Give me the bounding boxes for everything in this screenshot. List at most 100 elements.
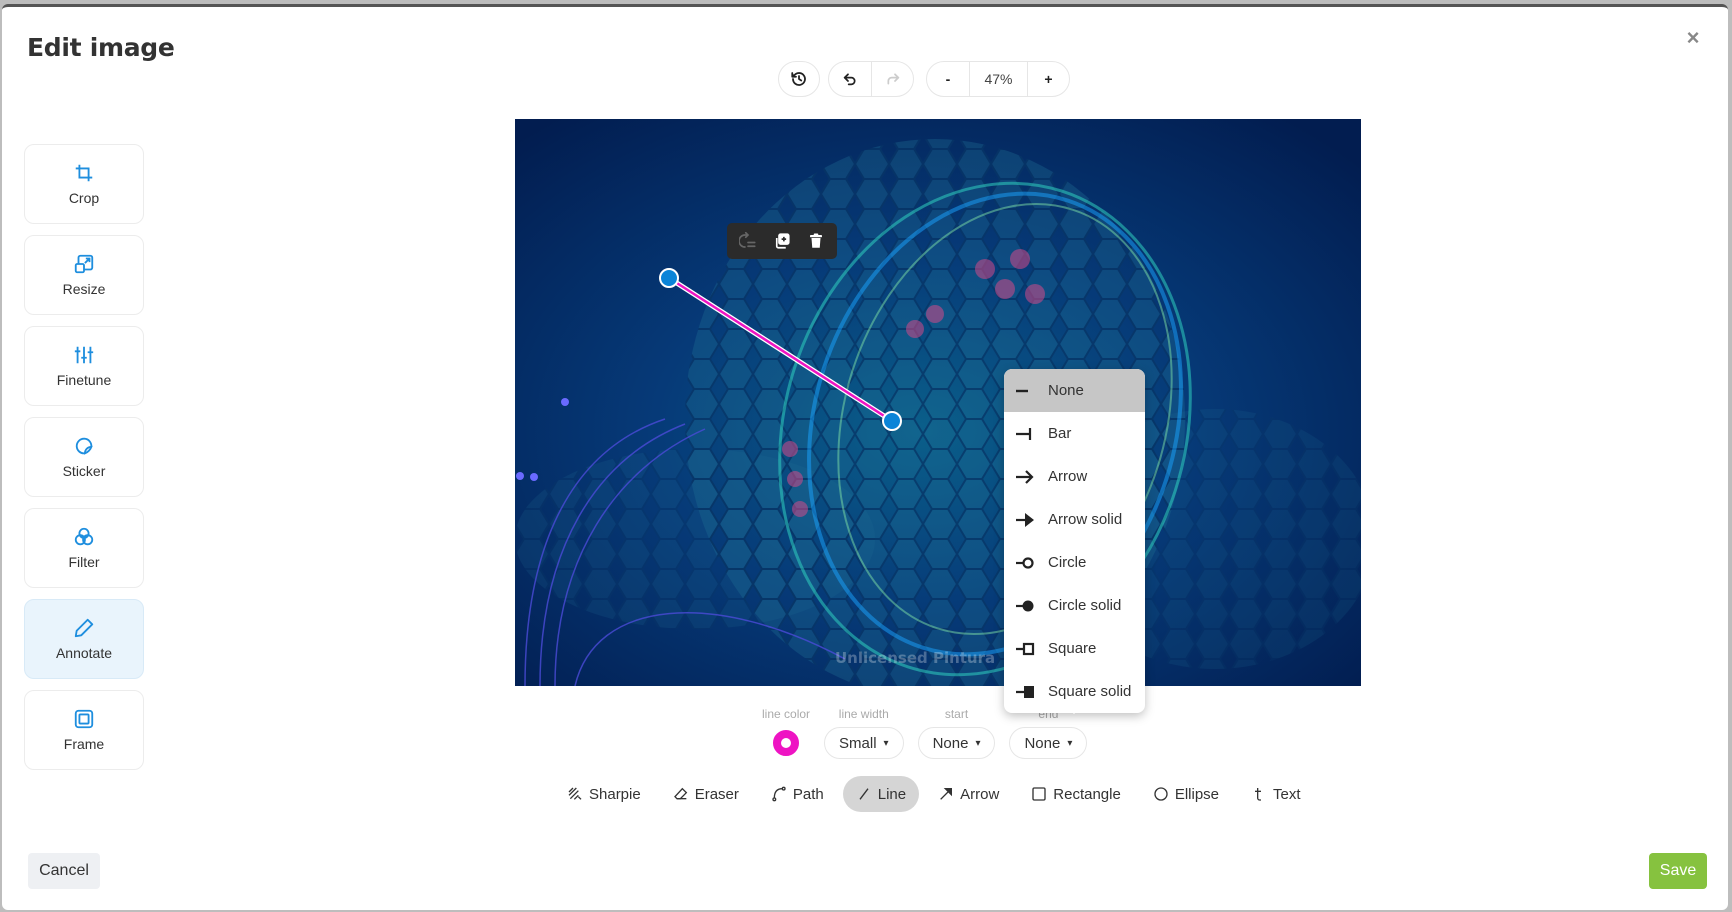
line-start-label: start (944, 707, 969, 721)
dropdown-option-bar[interactable]: Bar (1004, 412, 1145, 455)
image-canvas[interactable]: Unlicensed Pintura (515, 119, 1361, 686)
dropdown-option-label: Square (1048, 640, 1097, 657)
undo-button[interactable] (829, 62, 871, 96)
dropdown-option-arrow[interactable]: Arrow (1004, 455, 1145, 498)
sidebar-item-label: Filter (68, 554, 100, 570)
sidebar-item-resize[interactable]: Resize (24, 235, 144, 315)
line-icon (859, 788, 869, 800)
line-color-control: line color (762, 707, 810, 759)
crop-icon (75, 164, 93, 182)
sidebar-item-filter[interactable]: Filter (24, 508, 144, 588)
shape-tool-arrow[interactable]: Arrow (925, 776, 1012, 812)
revert-button[interactable] (779, 62, 819, 96)
line-end-square-solid-icon (1016, 685, 1034, 698)
trash-icon (810, 233, 822, 248)
rectangle-icon (1032, 787, 1046, 801)
dialog-title: Edit image (27, 33, 175, 62)
arrow-icon (940, 788, 953, 800)
sidebar-item-label: Crop (68, 190, 100, 206)
undo-icon (843, 73, 856, 86)
shape-toolbar (727, 223, 837, 259)
send-to-back-button[interactable] (733, 226, 763, 256)
sidebar-item-sticker[interactable]: Sticker (24, 417, 144, 497)
dropdown-option-label: Arrow (1048, 468, 1088, 485)
top-toolbar: - 47% + (778, 61, 1070, 97)
eraser-icon (673, 787, 687, 800)
zoom-out-button[interactable]: - (927, 62, 969, 96)
line-end-circle-solid-icon (1016, 600, 1034, 611)
sidebar-item-label: Frame (63, 736, 105, 752)
dropdown-option-square[interactable]: Square (1004, 627, 1145, 670)
dropdown-option-label: Square solid (1048, 683, 1132, 700)
line-end-bar-icon (1016, 427, 1032, 440)
shape-tool-line[interactable]: Line (842, 776, 920, 812)
sidebar-item-crop[interactable]: Crop (24, 144, 144, 224)
watermark: Unlicensed Pintura (835, 649, 995, 667)
dropdown-option-label: Bar (1048, 425, 1072, 442)
line-start-control: start None ▾ (917, 707, 996, 759)
shape-tool-path[interactable]: Path (758, 776, 837, 812)
shape-tool-eraser[interactable]: Eraser (660, 776, 752, 812)
shape-tool-label: Line (877, 785, 907, 803)
sidebar-item-label: Annotate (55, 645, 113, 661)
shape-tool-label: Sharpie (589, 785, 641, 803)
dropdown-option-arrow-solid[interactable]: Arrow solid (1004, 498, 1145, 541)
line-end-none-icon (1016, 389, 1028, 392)
undo-redo-group (828, 61, 914, 97)
shape-tool-label: Ellipse (1174, 785, 1220, 803)
sharpie-icon (568, 787, 582, 800)
line-end-select[interactable]: None ▾ (1009, 727, 1088, 759)
caret-down-icon: ▾ (883, 737, 889, 749)
shape-tool-rectangle[interactable]: Rectangle (1018, 776, 1134, 812)
line-start-select[interactable]: None ▾ (917, 727, 996, 759)
dropdown-pointer (1066, 706, 1082, 714)
frame-icon (74, 709, 94, 729)
line-width-control: line width Small ▾ (824, 707, 904, 759)
caret-down-icon: ▾ (1067, 737, 1073, 749)
dropdown-option-label: Arrow solid (1048, 511, 1123, 528)
line-start-handle[interactable] (659, 268, 679, 288)
dropdown-option-circle-solid[interactable]: Circle solid (1004, 584, 1145, 627)
line-end-arrow-solid-icon (1016, 512, 1034, 527)
text-icon (1255, 788, 1262, 801)
delete-button[interactable] (801, 226, 831, 256)
shape-tool-label: Eraser (694, 785, 739, 803)
ellipse-icon (1154, 787, 1168, 801)
line-end-handle[interactable] (882, 411, 902, 431)
line-end-circle-icon (1016, 556, 1034, 569)
shape-tool-sharpie[interactable]: Sharpie (554, 776, 654, 812)
duplicate-icon (775, 233, 790, 249)
color-swatch (773, 730, 800, 756)
shape-tool-label: Path (792, 785, 824, 803)
sidebar: Crop Resize Finetune Sticker Filter Anno… (24, 144, 144, 770)
cancel-button[interactable]: Cancel (28, 853, 100, 889)
line-width-label: line width (838, 707, 889, 721)
shape-tool-ellipse[interactable]: Ellipse (1140, 776, 1232, 812)
dropdown-option-none[interactable]: None (1004, 369, 1145, 412)
dropdown-option-label: None (1048, 382, 1084, 399)
shape-tool-text[interactable]: Text (1238, 776, 1314, 812)
close-button[interactable]: × (1680, 25, 1706, 51)
sticker-icon (75, 437, 93, 455)
sidebar-item-annotate[interactable]: Annotate (24, 599, 144, 679)
zoom-in-button[interactable]: + (1027, 62, 1069, 96)
line-start-value: None (932, 734, 969, 752)
sidebar-item-finetune[interactable]: Finetune (24, 326, 144, 406)
line-color-label: line color (762, 707, 811, 721)
background-image: Unlicensed Pintura (515, 119, 1361, 686)
line-end-dropdown: None Bar Arrow Arrow solid Circle Circle soli… (1004, 369, 1145, 713)
save-button[interactable]: Save (1649, 853, 1707, 889)
dropdown-option-label: Circle solid (1048, 597, 1122, 614)
line-color-button[interactable] (770, 727, 802, 759)
duplicate-button[interactable] (767, 226, 797, 256)
dropdown-option-circle[interactable]: Circle (1004, 541, 1145, 584)
sidebar-item-label: Resize (62, 281, 106, 297)
sidebar-item-frame[interactable]: Frame (24, 690, 144, 770)
line-width-select[interactable]: Small ▾ (824, 727, 904, 759)
filter-icon (74, 527, 94, 546)
pencil-icon (74, 618, 94, 638)
line-end-control: end None ▾ (1009, 707, 1088, 759)
resize-icon (74, 254, 94, 274)
shape-tool-label: Text (1273, 785, 1301, 803)
redo-button[interactable] (871, 62, 913, 96)
